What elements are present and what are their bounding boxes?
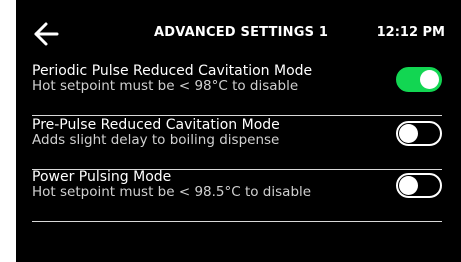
toggle-knob — [399, 124, 418, 143]
toggle-knob — [399, 176, 418, 195]
setting-description: Adds slight delay to boiling dispense — [32, 132, 280, 148]
power-pulsing-toggle[interactable] — [396, 173, 442, 198]
setting-row-periodic-pulse: Periodic Pulse Reduced Cavitation Mode H… — [32, 63, 442, 116]
page-title: ADVANCED SETTINGS 1 — [154, 25, 329, 40]
pre-pulse-toggle[interactable] — [396, 121, 442, 146]
settings-screen: ADVANCED SETTINGS 1 12:12 PM Periodic Pu… — [16, 0, 461, 262]
setting-label: Periodic Pulse Reduced Cavitation Mode — [32, 63, 313, 79]
setting-description: Hot setpoint must be < 98°C to disable — [32, 78, 299, 94]
back-button[interactable] — [32, 20, 60, 48]
periodic-pulse-toggle[interactable] — [396, 67, 442, 92]
setting-label: Pre-Pulse Reduced Cavitation Mode — [32, 117, 280, 133]
toggle-knob — [420, 70, 439, 89]
arrow-left-icon — [34, 22, 59, 46]
setting-row-pre-pulse: Pre-Pulse Reduced Cavitation Mode Adds s… — [32, 117, 442, 170]
setting-label: Power Pulsing Mode — [32, 169, 172, 185]
setting-description: Hot setpoint must be < 98.5°C to disable — [32, 184, 312, 200]
clock-time: 12:12 PM — [376, 25, 445, 40]
setting-row-power-pulsing: Power Pulsing Mode Hot setpoint must be … — [32, 169, 442, 222]
